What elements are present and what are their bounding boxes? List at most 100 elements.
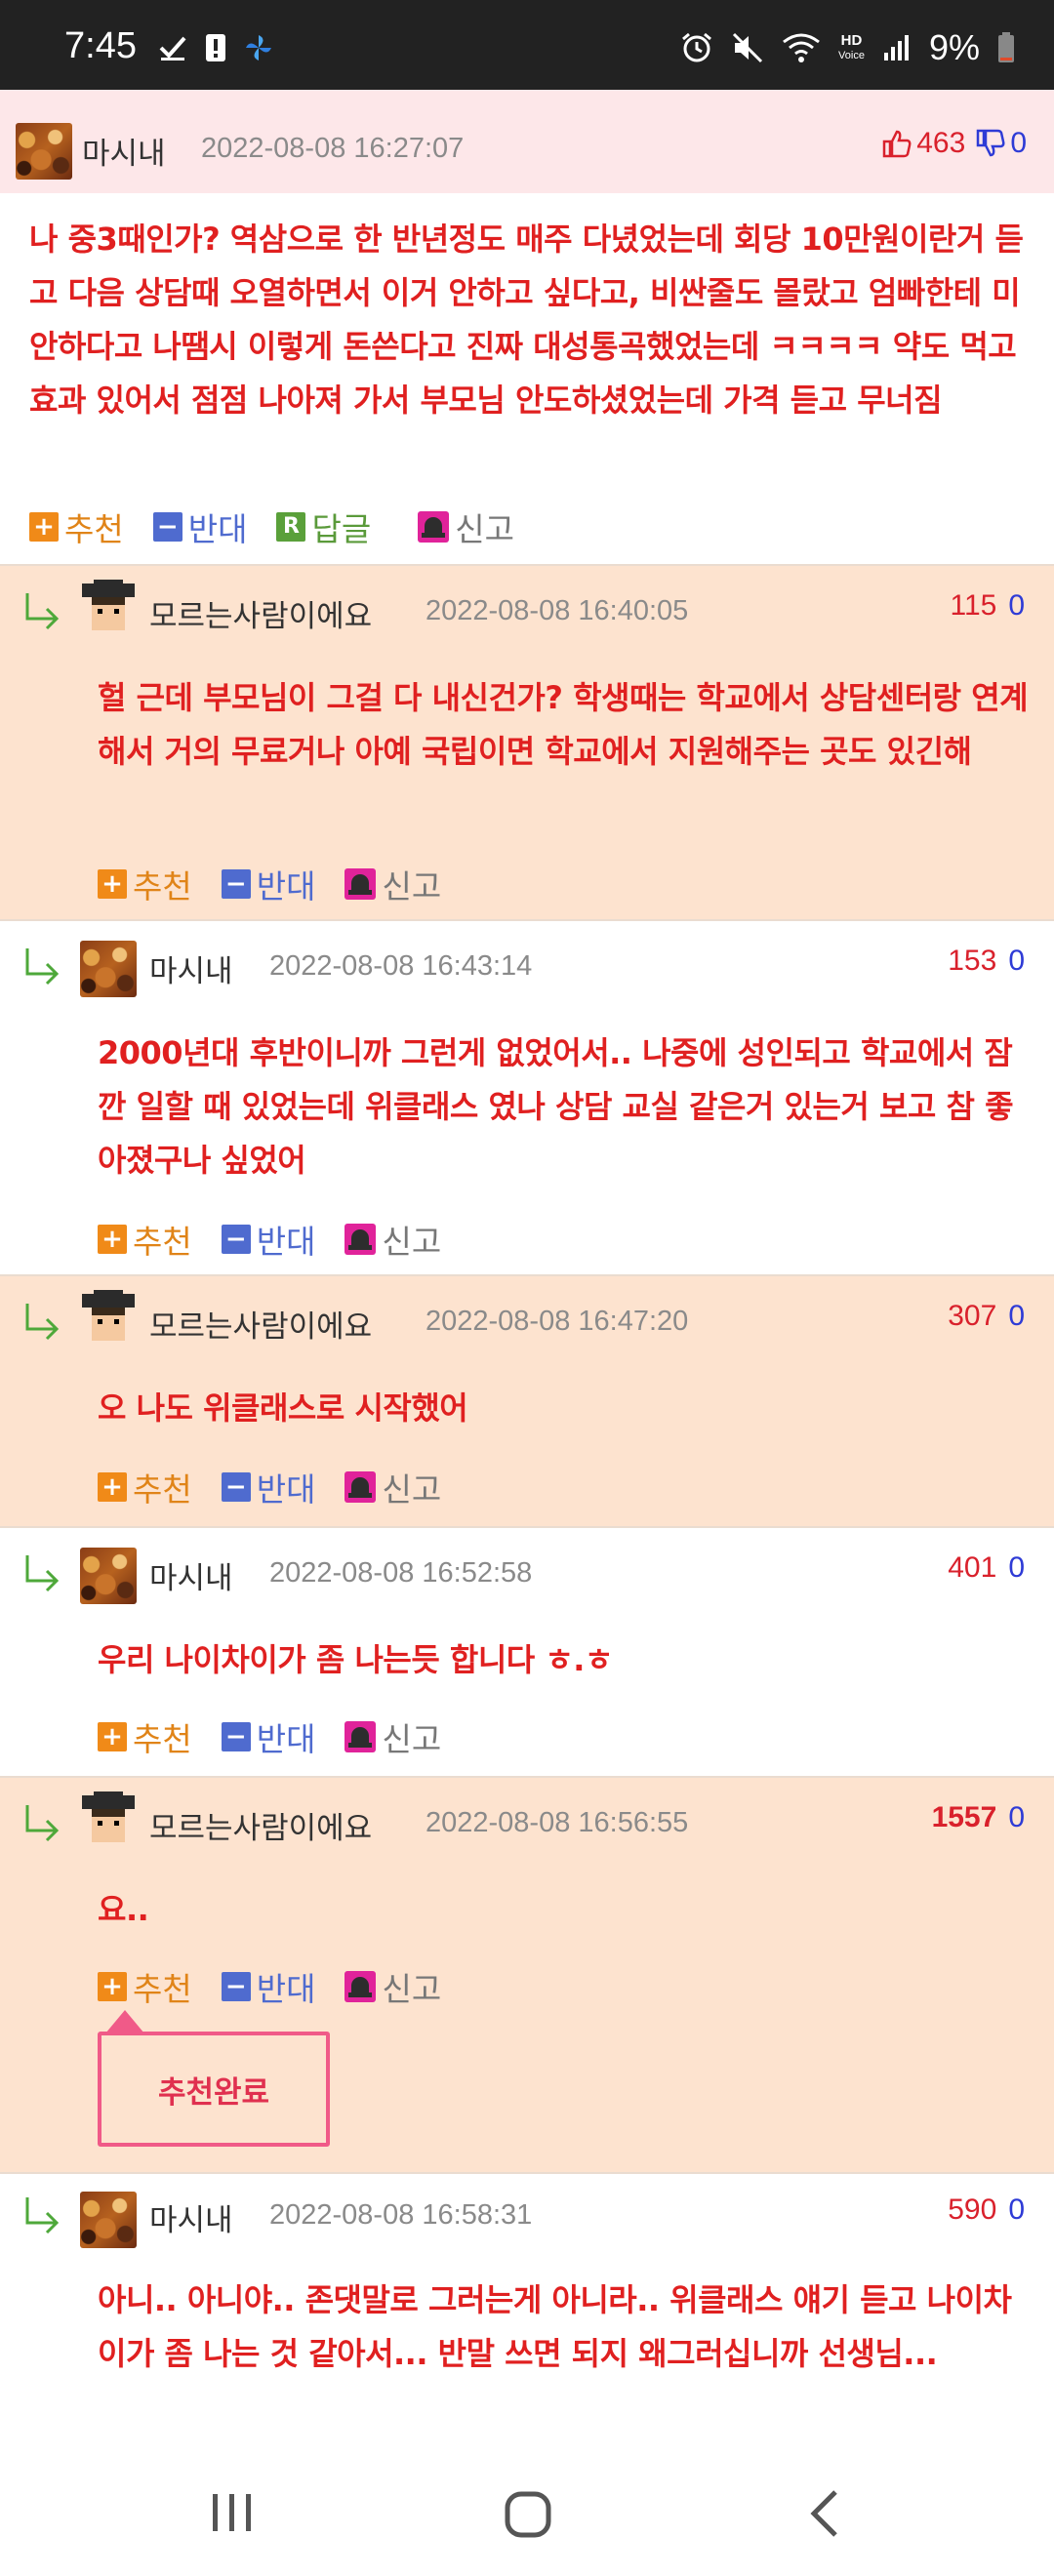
oppose-button[interactable]: − 반대	[221, 1713, 316, 1760]
thumbs-up-icon[interactable]	[881, 128, 912, 159]
upvote-count: 115	[950, 589, 997, 622]
recommend-button[interactable]: + 추천	[98, 861, 192, 907]
comment-actions: + 추천 − 반대 신고	[98, 1216, 470, 1263]
comment-text: 아니.. 아니야.. 존댓말로 그러는게 아니라.. 위클래스 얘기 듣고 나이…	[98, 2281, 1012, 2372]
avatar[interactable]	[80, 580, 137, 636]
plus-icon: +	[98, 1225, 127, 1254]
recent-apps-icon[interactable]	[209, 2490, 256, 2535]
recommend-button[interactable]: + 추천	[98, 1464, 192, 1510]
plus-icon: +	[98, 1972, 127, 2001]
recommend-button[interactable]: + 추천	[98, 1963, 192, 2010]
upvote-count: 307	[948, 1300, 997, 1332]
avatar[interactable]	[80, 2192, 137, 2248]
reply-button[interactable]: R 답글	[276, 503, 371, 550]
oppose-label: 반대	[256, 1223, 316, 1261]
avatar[interactable]	[80, 1290, 137, 1347]
minus-icon: −	[221, 869, 251, 899]
back-icon[interactable]	[806, 2488, 841, 2539]
comment-date: 2022-08-08 16:47:20	[426, 1306, 689, 1337]
avatar[interactable]	[80, 1791, 137, 1848]
downvote-count: 0	[1008, 945, 1025, 977]
comment-actions: + 추천 − 반대 신고	[98, 1464, 470, 1510]
comment-votes: 153 0	[948, 945, 1025, 978]
recommend-label: 추천	[133, 1470, 192, 1509]
post-downvote-count: 0	[1010, 127, 1027, 159]
comment-author[interactable]: 마시내	[149, 1553, 233, 1597]
recommend-label: 추천	[133, 1970, 192, 2008]
signal-icon	[883, 35, 909, 60]
report-label: 신고	[382, 1970, 442, 2008]
comment-item: 마시내 2022-08-08 16:43:14 153 0 2000년대 후반이…	[0, 919, 1054, 1274]
recommend-label: 추천	[133, 867, 192, 906]
oppose-label: 반대	[256, 1470, 316, 1509]
comment-author[interactable]: 모르는사람이에요	[149, 591, 372, 635]
reply-arrow-icon	[25, 593, 60, 630]
comment-author[interactable]: 모르는사람이에요	[149, 1302, 372, 1346]
comment-votes: 590 0	[948, 2194, 1025, 2227]
navigation-bar	[0, 2447, 1054, 2576]
oppose-label: 반대	[256, 1720, 316, 1758]
recommend-button[interactable]: + 추천	[98, 1713, 192, 1760]
mute-icon	[732, 32, 763, 63]
downvote-count: 0	[1008, 1551, 1025, 1584]
siren-icon	[345, 1224, 377, 1255]
oppose-button[interactable]: − 반대	[221, 1963, 316, 2010]
status-left-icons	[158, 33, 273, 62]
report-button[interactable]: 신고	[345, 1216, 441, 1263]
avatar[interactable]	[80, 1548, 137, 1604]
post-date: 2022-08-08 16:27:07	[201, 133, 465, 164]
report-button[interactable]: 신고	[345, 1464, 441, 1510]
recommend-done-popup: 추천완료	[98, 2032, 330, 2147]
recommend-label: 추천	[64, 510, 124, 548]
comment-text: 오 나도 위클래스로 시작했어	[98, 1389, 468, 1427]
avatar[interactable]	[16, 123, 72, 180]
plus-icon: +	[29, 512, 59, 542]
comment-text: 우리 나이차이가 좀 나는듯 합니다 ㅎ.ㅎ	[98, 1641, 613, 1678]
report-button[interactable]: 신고	[418, 503, 514, 550]
minus-icon: −	[152, 512, 182, 542]
minus-icon: −	[221, 1722, 251, 1751]
plus-icon: +	[98, 1722, 127, 1751]
recommend-button[interactable]: + 추천	[98, 1216, 192, 1263]
reply-arrow-icon	[25, 1555, 60, 1592]
recommend-label: 추천	[133, 1720, 192, 1758]
report-button[interactable]: 신고	[345, 1963, 441, 2010]
reply-icon: R	[276, 512, 306, 542]
oppose-button[interactable]: − 반대	[221, 1464, 316, 1510]
reply-arrow-icon	[25, 948, 60, 986]
report-label: 신고	[382, 1720, 442, 1758]
post-author[interactable]: 마시내	[82, 129, 166, 173]
downvote-count: 0	[1008, 1300, 1025, 1332]
comment-votes: 1557 0	[932, 1801, 1025, 1834]
comment-author[interactable]: 마시내	[149, 946, 233, 990]
oppose-button[interactable]: − 반대	[221, 861, 315, 907]
comment-author[interactable]: 마시내	[149, 2195, 233, 2239]
avatar[interactable]	[80, 941, 137, 997]
comment-item: 모르는사람이에요 2022-08-08 16:47:20 307 0 오 나도 …	[0, 1274, 1054, 1526]
pinwheel-icon	[246, 35, 271, 60]
minus-icon: −	[221, 1472, 251, 1502]
minus-icon: −	[221, 1225, 251, 1254]
comment-votes: 401 0	[948, 1551, 1025, 1585]
thumbs-down-icon[interactable]	[975, 128, 1006, 159]
comment-date: 2022-08-08 16:56:55	[426, 1807, 689, 1838]
status-bar: 7:45 HD Voice 9%	[0, 0, 1054, 90]
comment-date: 2022-08-08 16:40:05	[426, 595, 689, 626]
report-button[interactable]: 신고	[345, 1713, 441, 1760]
comment-author[interactable]: 모르는사람이에요	[149, 1803, 372, 1847]
oppose-label: 반대	[256, 1970, 316, 2008]
report-label: 신고	[382, 1223, 442, 1261]
upvote-count: 590	[948, 2194, 997, 2226]
recommend-button[interactable]: + 추천	[29, 503, 124, 550]
post-header: 마시내 2022-08-08 16:27:07 463 0	[0, 90, 1054, 193]
post-upvote-count: 463	[916, 127, 966, 159]
report-label: 신고	[382, 1470, 442, 1509]
downvote-count: 0	[1008, 1801, 1025, 1833]
oppose-button[interactable]: − 반대	[221, 1216, 316, 1263]
report-button[interactable]: 신고	[345, 861, 441, 907]
status-right-icons: HD Voice 9%	[680, 27, 1015, 68]
post-body: 나 중3때인가? 역삼으로 한 반년정도 매주 다녔었는데 회당 10만원이란거…	[0, 193, 1054, 564]
oppose-button[interactable]: − 반대	[152, 503, 247, 550]
upvote-count: 153	[948, 945, 997, 977]
home-icon[interactable]	[504, 2490, 552, 2539]
